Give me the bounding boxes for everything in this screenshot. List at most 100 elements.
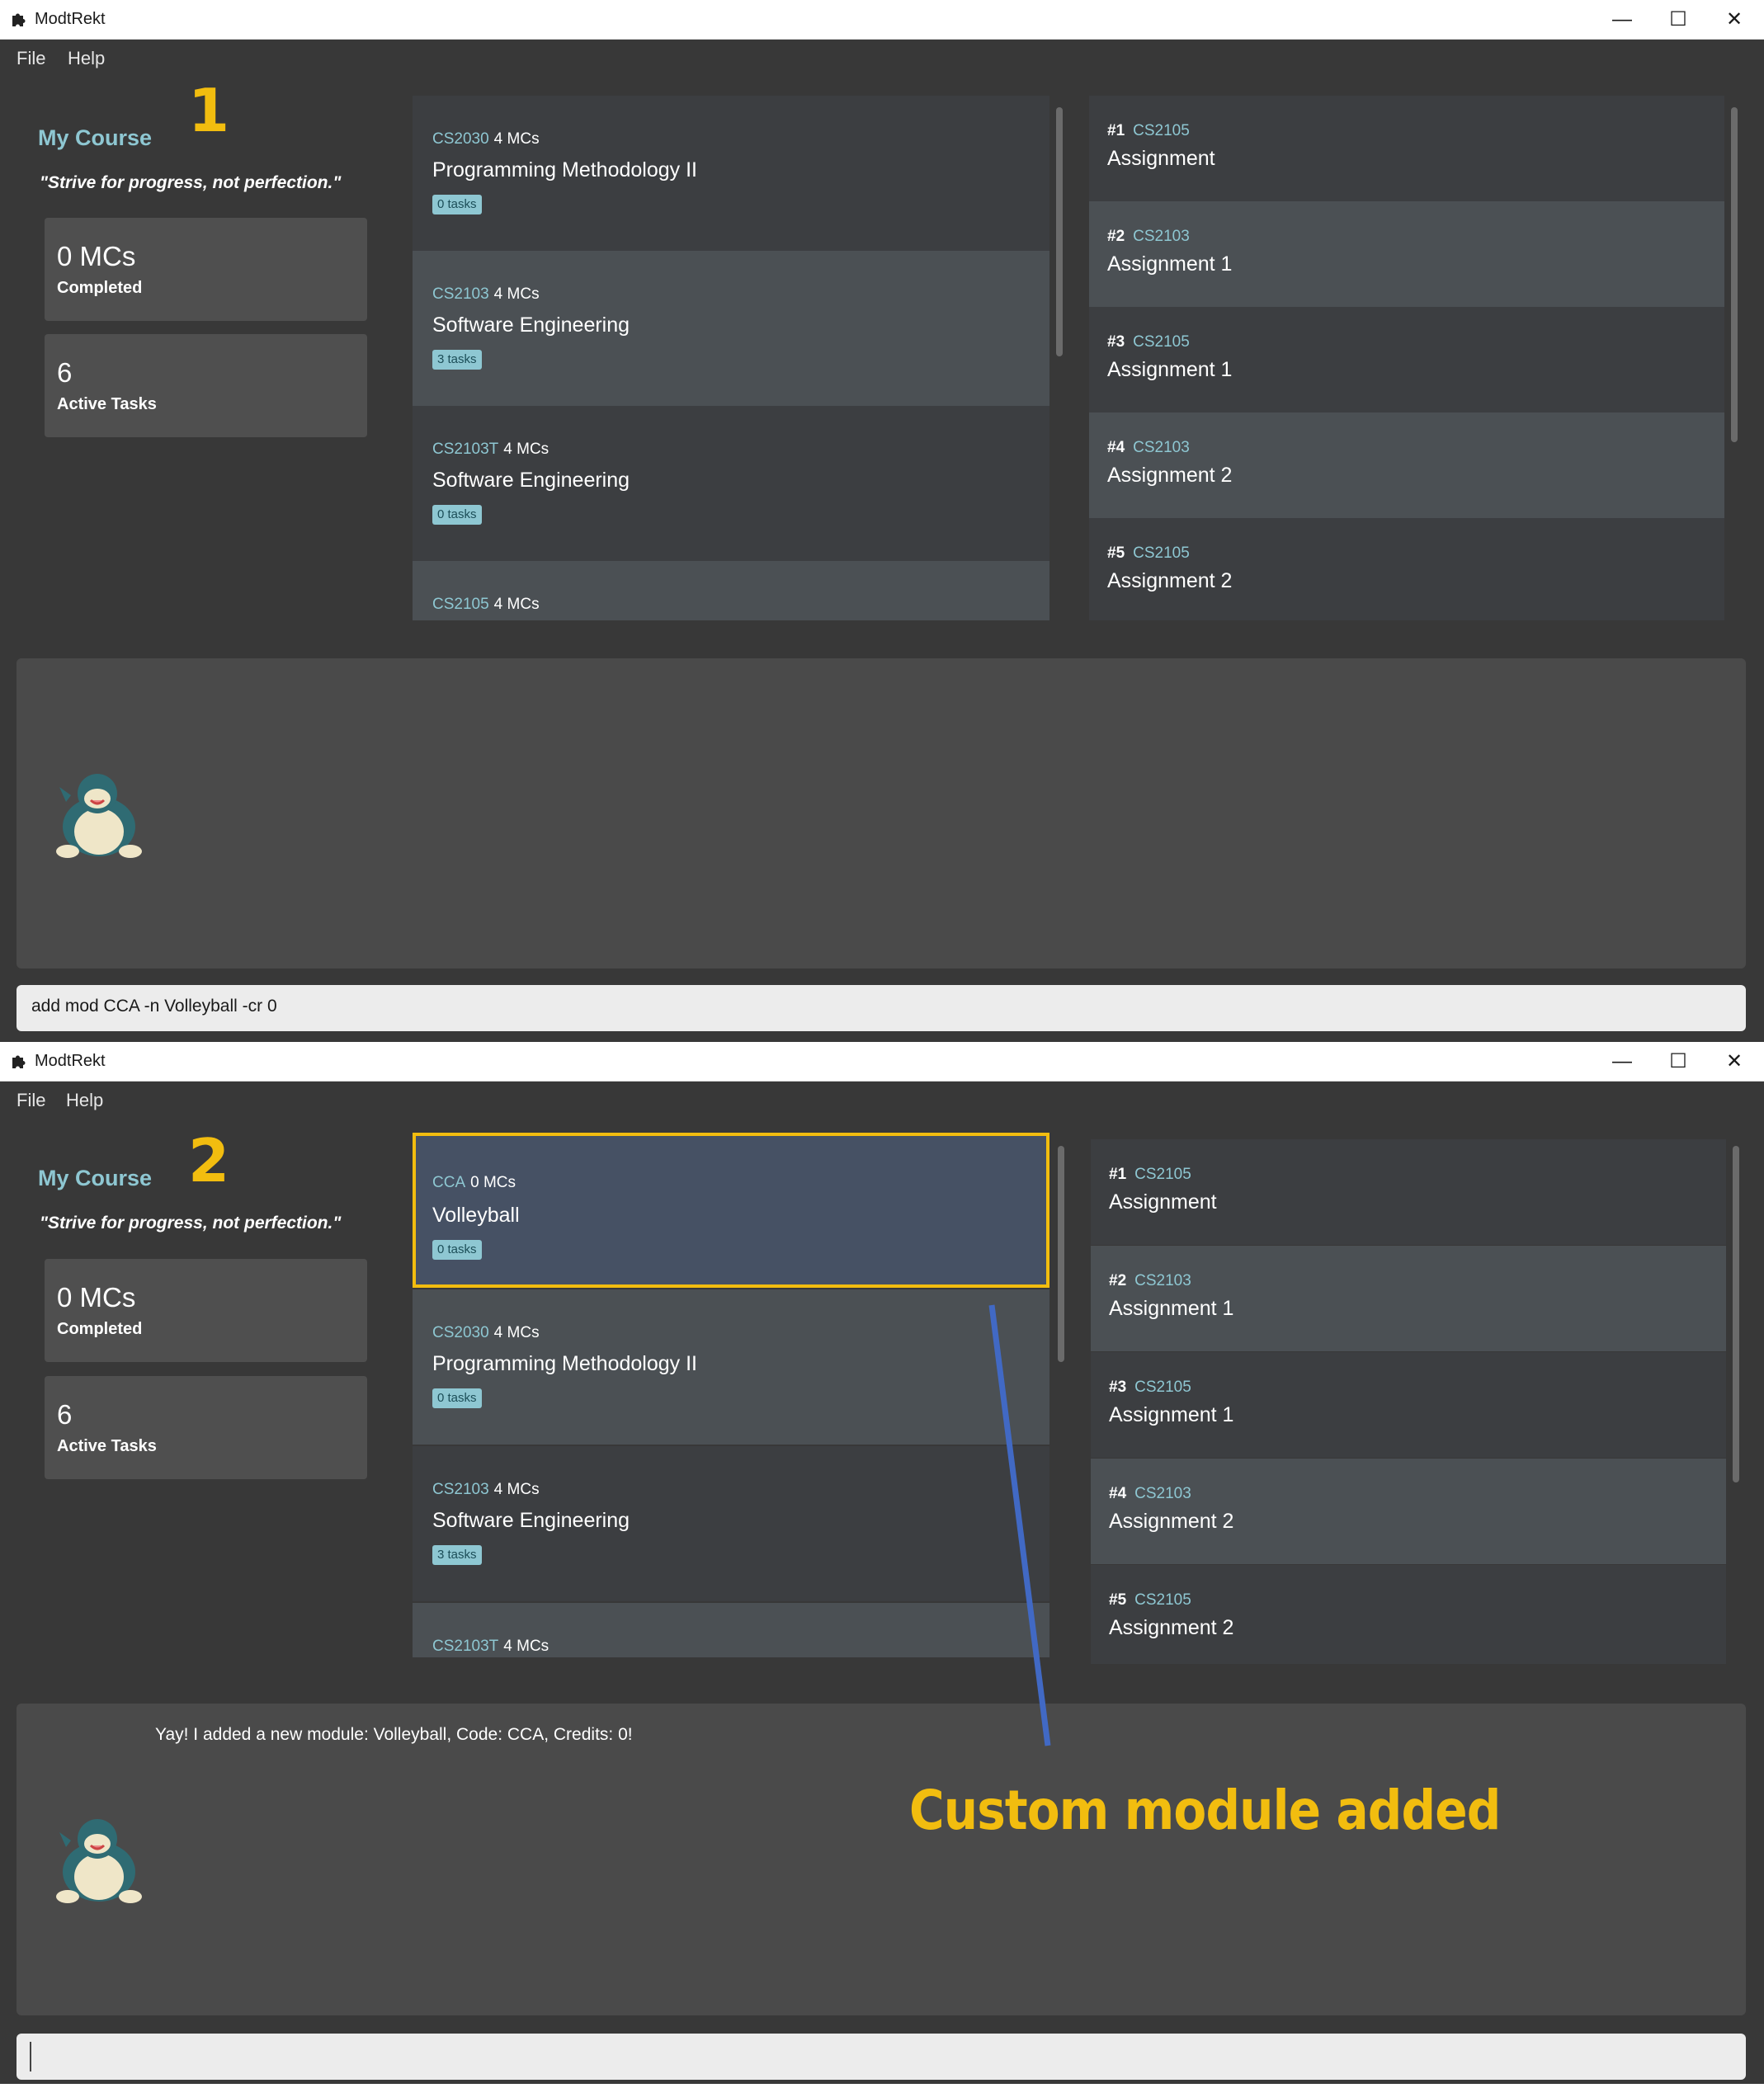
- menu-bar: File Help: [0, 40, 1764, 78]
- task-module-code: CS2103: [1134, 1272, 1191, 1289]
- task-card[interactable]: #3 CS2105 Assignment 1: [1091, 1352, 1726, 1458]
- close-button[interactable]: ✕: [1710, 1045, 1759, 1078]
- task-number: #3: [1107, 333, 1125, 351]
- module-code: CCA: [432, 1174, 466, 1191]
- step-number: 2: [188, 1126, 230, 1195]
- annotation-label: Custom module added: [909, 1779, 1501, 1842]
- task-list[interactable]: #1 CS2105 Assignment #2 CS2103 Assignment …: [1091, 1139, 1726, 1664]
- task-module-code: CS2105: [1134, 1379, 1191, 1396]
- task-card[interactable]: #4 CS2103 Assignment 2: [1089, 412, 1724, 518]
- task-count-badge: 0 tasks: [432, 195, 482, 214]
- maximize-button[interactable]: ☐: [1653, 1045, 1703, 1078]
- module-list[interactable]: CS2030 4 MCs Programming Methodology II 0…: [413, 96, 1049, 620]
- task-list[interactable]: #1 CS2105 Assignment #2 CS2103 Assignment …: [1089, 96, 1724, 620]
- task-list-scrollbar[interactable]: [1733, 1146, 1739, 1482]
- command-input[interactable]: add mod CCA -n Volleyball -cr 0: [17, 985, 1746, 1031]
- task-card[interactable]: #1 CS2105 Assignment: [1091, 1139, 1726, 1245]
- task-card[interactable]: #3 CS2105 Assignment 1: [1089, 307, 1724, 412]
- module-mcs: 4 MCs: [503, 441, 549, 458]
- task-name: Assignment 1: [1107, 358, 1233, 381]
- task-name: Assignment: [1109, 1190, 1217, 1214]
- task-count-badge: 0 tasks: [432, 1240, 482, 1260]
- module-mcs: 4 MCs: [493, 1324, 540, 1341]
- mcs-stat-card: 0 MCs Completed: [45, 1259, 367, 1362]
- task-id-line: #5 CS2105: [1107, 544, 1190, 563]
- module-code-line: CS2105 4 MCs: [432, 596, 540, 614]
- module-card[interactable]: CS2103T 4 MCs: [413, 1603, 1049, 1657]
- module-list-scrollbar[interactable]: [1058, 1146, 1064, 1362]
- result-display: Yay! I added a new module: Volleyball, C…: [17, 1704, 1746, 2015]
- module-code-line: CS2103 4 MCs: [432, 1481, 540, 1499]
- maximize-button[interactable]: ☐: [1653, 3, 1703, 36]
- module-code: CS2105: [432, 596, 489, 613]
- task-module-code: CS2103: [1133, 439, 1190, 456]
- close-button[interactable]: ✕: [1710, 3, 1759, 36]
- mcs-value: 0 MCs: [57, 1282, 136, 1313]
- module-card[interactable]: CS2030 4 MCs Programming Methodology II 0…: [413, 1289, 1049, 1445]
- window-title: ModtRekt: [35, 10, 106, 28]
- module-card-selected[interactable]: CCA 0 MCs Volleyball 0 tasks: [413, 1133, 1049, 1288]
- module-card[interactable]: CS2030 4 MCs Programming Methodology II 0…: [413, 96, 1049, 251]
- window-title: ModtRekt: [35, 1052, 106, 1070]
- tasks-label: Active Tasks: [57, 395, 157, 413]
- task-module-code: CS2103: [1134, 1485, 1191, 1502]
- task-name: Assignment 2: [1109, 1616, 1234, 1639]
- module-mcs: 0 MCs: [470, 1174, 516, 1191]
- task-card[interactable]: #2 CS2103 Assignment 1: [1089, 201, 1724, 307]
- task-name: Assignment 1: [1109, 1403, 1234, 1426]
- task-name: Assignment 2: [1107, 569, 1233, 592]
- task-module-code: CS2105: [1133, 122, 1190, 139]
- module-mcs: 4 MCs: [493, 285, 540, 303]
- task-number: #2: [1107, 228, 1125, 245]
- snorlax-mascot-icon: [56, 1819, 142, 1903]
- module-code: CS2103T: [432, 1638, 499, 1655]
- menu-help[interactable]: Help: [66, 1090, 103, 1111]
- task-list-scrollbar[interactable]: [1731, 107, 1738, 442]
- module-name: Programming Methodology II: [432, 158, 697, 181]
- menu-help[interactable]: Help: [68, 48, 105, 69]
- task-name: Assignment 1: [1109, 1297, 1234, 1320]
- task-id-line: #1 CS2105: [1109, 1166, 1191, 1184]
- task-card[interactable]: #5 CS2105 Assignment 2: [1091, 1565, 1726, 1664]
- task-card[interactable]: #4 CS2103 Assignment 2: [1091, 1459, 1726, 1564]
- module-mcs: 4 MCs: [493, 596, 540, 613]
- module-code-line: CS2103 4 MCs: [432, 285, 540, 304]
- task-module-code: CS2105: [1134, 1166, 1191, 1183]
- task-id-line: #1 CS2105: [1107, 122, 1190, 140]
- task-id-line: #4 CS2103: [1107, 439, 1190, 457]
- sidebar-quote: "Strive for progress, not perfection.": [40, 1214, 342, 1233]
- task-name: Assignment 2: [1109, 1510, 1234, 1533]
- task-card[interactable]: #1 CS2105 Assignment: [1089, 96, 1724, 201]
- module-code: CS2103T: [432, 441, 499, 458]
- task-number: #5: [1109, 1591, 1127, 1609]
- minimize-button[interactable]: —: [1597, 3, 1647, 36]
- puzzle-icon: [12, 13, 26, 26]
- module-card[interactable]: CS2103 4 MCs Software Engineering 3 tasks: [413, 251, 1049, 406]
- command-text: add mod CCA -n Volleyball -cr 0: [31, 997, 277, 1016]
- result-display: [17, 658, 1746, 969]
- text-caret: [30, 2042, 31, 2072]
- tasks-value: 6: [57, 1399, 73, 1430]
- module-card[interactable]: CS2103T 4 MCs Software Engineering 0 task…: [413, 406, 1049, 561]
- module-name: Software Engineering: [432, 469, 630, 492]
- command-input[interactable]: [17, 2034, 1746, 2080]
- tasks-label: Active Tasks: [57, 1437, 157, 1455]
- app-window-before: ModtRekt — ☐ ✕ File Help My Course 1 "St…: [0, 0, 1764, 1042]
- task-number: #4: [1107, 439, 1125, 456]
- module-list[interactable]: CCA 0 MCs Volleyball 0 tasks CS2030 4 MCs …: [413, 1133, 1049, 1657]
- task-id-line: #2 CS2103: [1109, 1272, 1191, 1290]
- task-id-line: #3 CS2105: [1107, 333, 1190, 351]
- module-list-scrollbar[interactable]: [1056, 107, 1063, 356]
- module-card[interactable]: CS2103 4 MCs Software Engineering 3 tasks: [413, 1446, 1049, 1601]
- menu-file[interactable]: File: [17, 48, 45, 69]
- menu-file[interactable]: File: [17, 1090, 45, 1111]
- task-card[interactable]: #2 CS2103 Assignment 1: [1091, 1246, 1726, 1351]
- module-card[interactable]: CS2105 4 MCs: [413, 561, 1049, 620]
- task-card[interactable]: #5 CS2105 Assignment 2: [1089, 518, 1724, 620]
- task-number: #5: [1107, 544, 1125, 562]
- mcs-label: Completed: [57, 1320, 143, 1338]
- title-bar: ModtRekt — ☐ ✕: [0, 1042, 1764, 1082]
- sidebar-title: My Course: [38, 125, 153, 150]
- module-code: CS2103: [432, 285, 489, 303]
- minimize-button[interactable]: —: [1597, 1045, 1647, 1078]
